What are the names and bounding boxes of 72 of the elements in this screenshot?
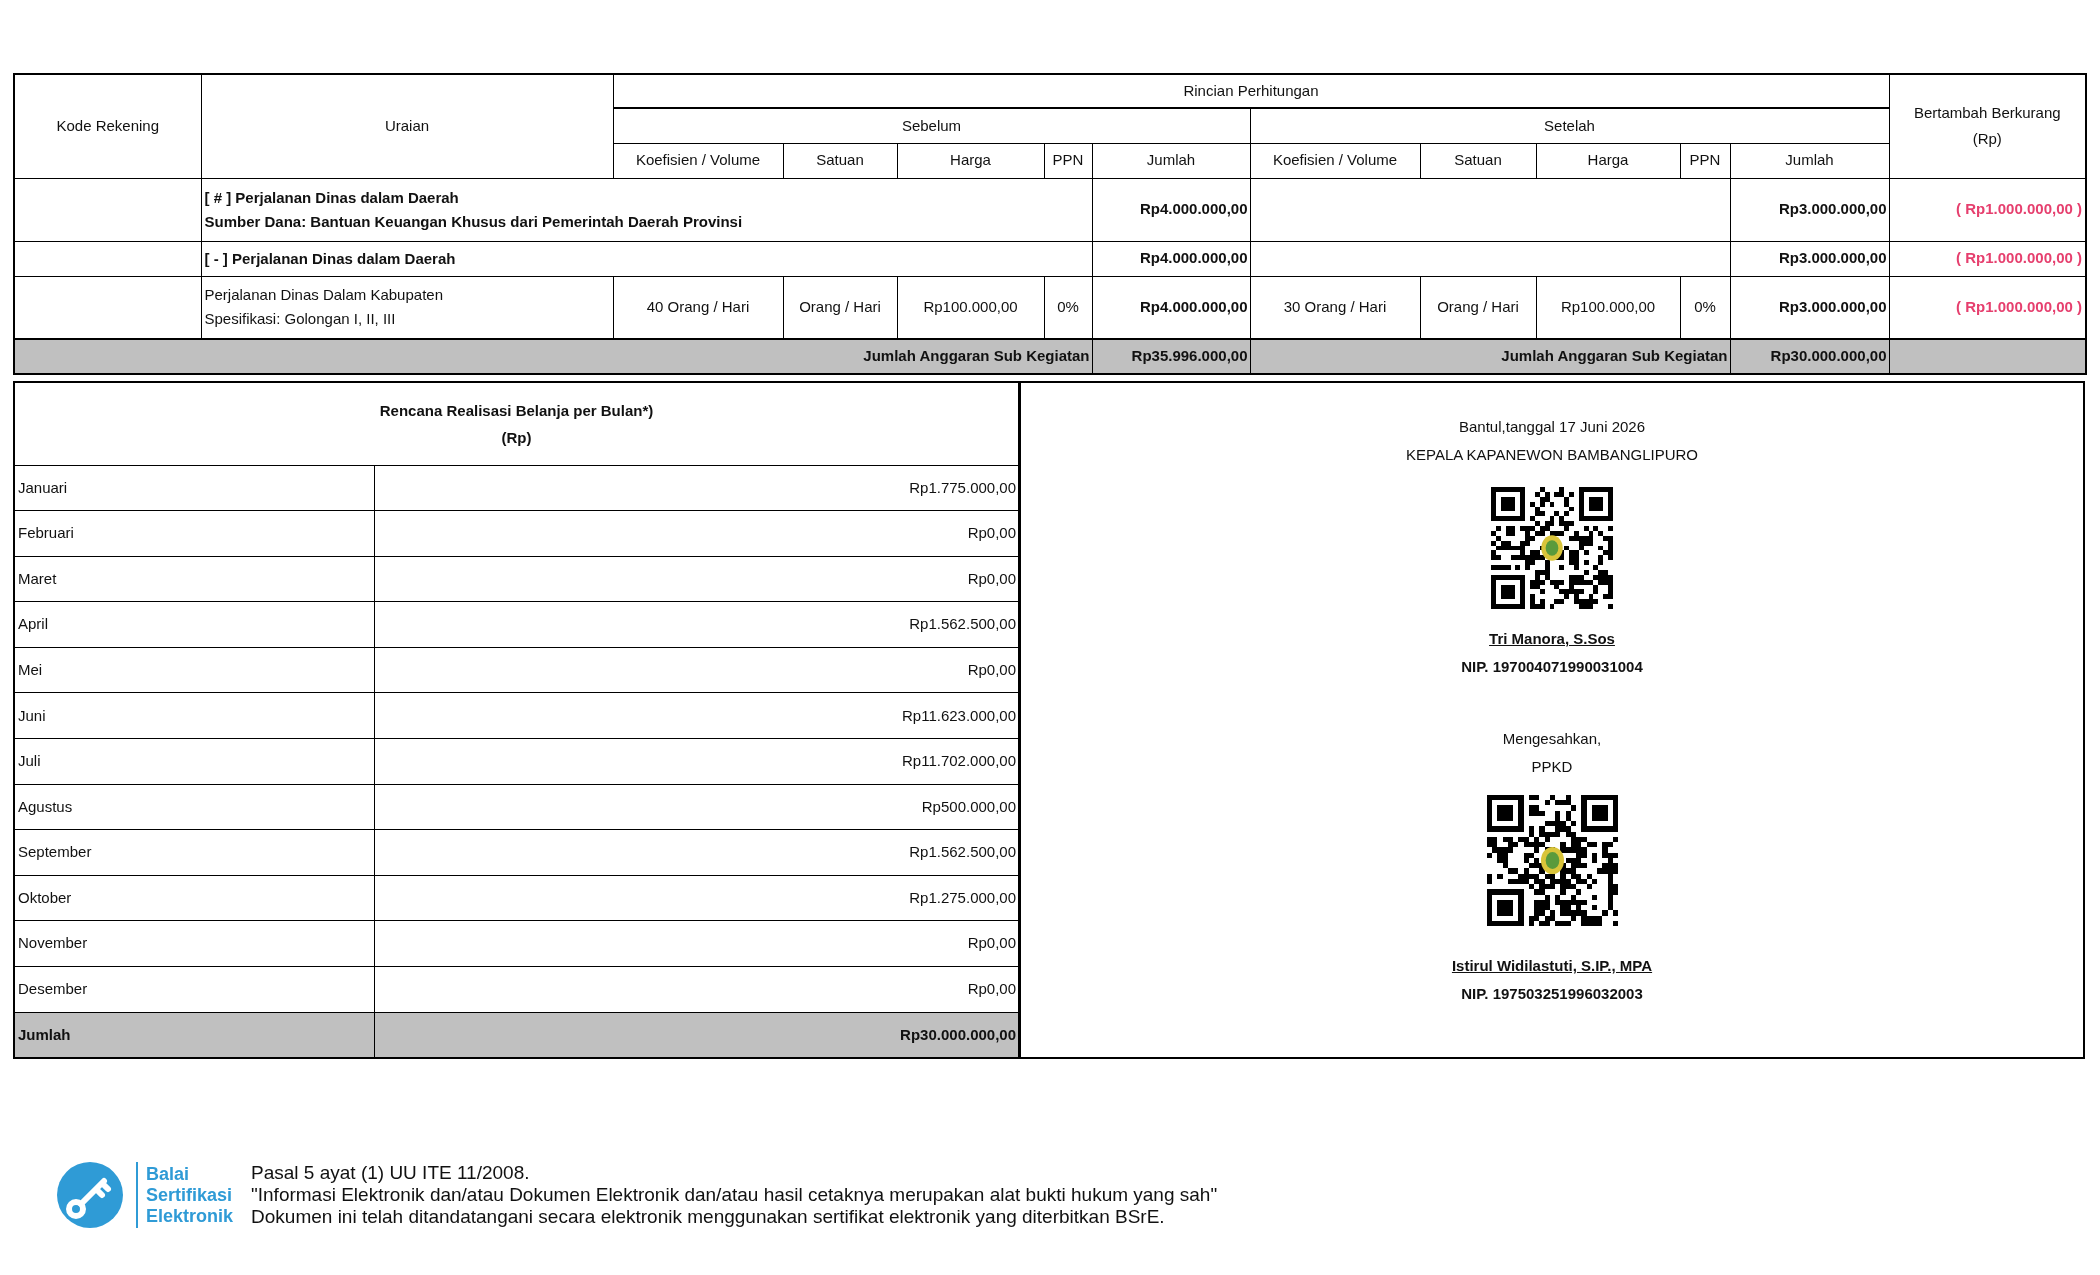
table-cell: Rp1.562.500,00 [374,601,1018,648]
table-cell: Rp3.000.000,00 [1730,178,1889,241]
approval-label: Mengesahkan, [1502,729,1602,749]
column-header: Satuan [783,143,897,178]
column-header: Kode Rekening [14,74,201,178]
table-cell: Rp0,00 [374,920,1018,967]
legal-note: Pasal 5 ayat (1) UU ITE 11/2008. [251,1162,531,1185]
table-cell: Rp11.702.000,00 [374,738,1018,785]
table-cell: Rp0,00 [374,966,1018,1013]
table-cell: Oktober [15,875,374,921]
column-header: Jumlah [1092,143,1250,178]
position-title: KEPALA KAPANEWON BAMBANGLIPURO [1406,445,1698,465]
table-cell: Rp1.275.000,00 [374,875,1018,921]
table-cell: Rp0,00 [374,556,1018,602]
table-cell: November [15,920,374,967]
row-description: Spesifikasi: Golongan I, II, III [204,309,397,330]
table-cell: Rp1.562.500,00 [374,829,1018,876]
table-cell: April [15,601,374,648]
column-header: PPN [1680,143,1730,178]
section-title: (Rp) [500,427,533,448]
approver-name: Istirul Widilastuti, S.IP., MPA [1451,956,1653,976]
column-header: Harga [1536,143,1680,178]
table-cell: Juli [15,738,374,785]
section-title: Rencana Realisasi Belanja per Bulan*) [378,400,655,421]
table-cell: Desember [15,966,374,1013]
column-header: Setelah [1250,108,1889,143]
legal-note: Dokumen ini telah ditandatangani secara elektronik menggunakan sertifikat elektronik yang diterbitkan BSrE. [251,1206,1166,1229]
logo-text: Elektronik [146,1205,234,1227]
table-cell: Rp4.000.000,00 [1092,241,1250,276]
table-cell: Juni [15,692,374,739]
table-cell: Rp35.996.000,00 [1092,339,1250,374]
logo-text: Sertifikasi [146,1184,234,1206]
column-header: PPN [1044,143,1092,178]
column-header: Satuan [1420,143,1536,178]
table-cell: Rp30.000.000,00 [1730,339,1889,374]
table-cell: Mei [15,647,374,693]
legal-note: "Informasi Elektronik dan/atau Dokumen Elektronik dan/atau hasil cetaknya merupakan alat bukti hukum yang sah" [251,1184,1218,1207]
signer-name: Tri Manora, S.Sos [1489,629,1615,649]
table-cell: Rp1.775.000,00 [374,465,1018,511]
table-cell: Rp3.000.000,00 [1730,241,1889,276]
table-cell: Rp4.000.000,00 [1092,178,1250,241]
row-description: [ # ] Perjalanan Dinas dalam Daerah [204,187,460,208]
table-cell: Rp0,00 [374,510,1018,557]
table-cell: Rp0,00 [374,647,1018,693]
column-header: Bertambah Berkurang [1912,103,2062,124]
total-label: Jumlah Anggaran Sub Kegiatan [14,339,1092,374]
table-cell: Rp500.000,00 [374,784,1018,830]
row-description: Perjalanan Dinas Dalam Kabupaten [204,285,444,306]
table-cell: Maret [15,556,374,602]
table-cell: Rp11.623.000,00 [374,692,1018,739]
logo-divider [136,1162,138,1229]
key-logo-icon [56,1161,124,1230]
column-header: Koefisien / Volume [1250,143,1420,178]
column-header: (Rp) [1971,129,2003,150]
approver-nip: NIP. 197503251996032003 [1461,984,1643,1004]
approval-label: PPKD [1531,757,1573,777]
column-header: Koefisien / Volume [613,143,783,178]
table-cell: Jumlah [15,1012,374,1058]
column-header: Uraian [201,74,613,178]
place-date: Bantul,tanggal 17 Juni 2026 [1459,417,1645,437]
table-cell: Januari [15,465,374,511]
table-cell: Rp30.000.000,00 [374,1012,1018,1058]
row-description: Sumber Dana: Bantuan Keuangan Khusus dari Pemerintah Daerah Provinsi [204,211,744,232]
column-header: Sebelum [613,108,1250,143]
table-cell: Agustus [15,784,374,830]
column-header: Harga [897,143,1044,178]
signer-nip: NIP. 197004071990031004 [1461,657,1643,677]
row-description: [ - ] Perjalanan Dinas dalam Daerah [204,248,457,269]
total-label: Jumlah Anggaran Sub Kegiatan [1250,339,1730,374]
logo-text: Balai [146,1163,191,1185]
table-cell: September [15,829,374,876]
table-cell: Februari [15,510,374,557]
